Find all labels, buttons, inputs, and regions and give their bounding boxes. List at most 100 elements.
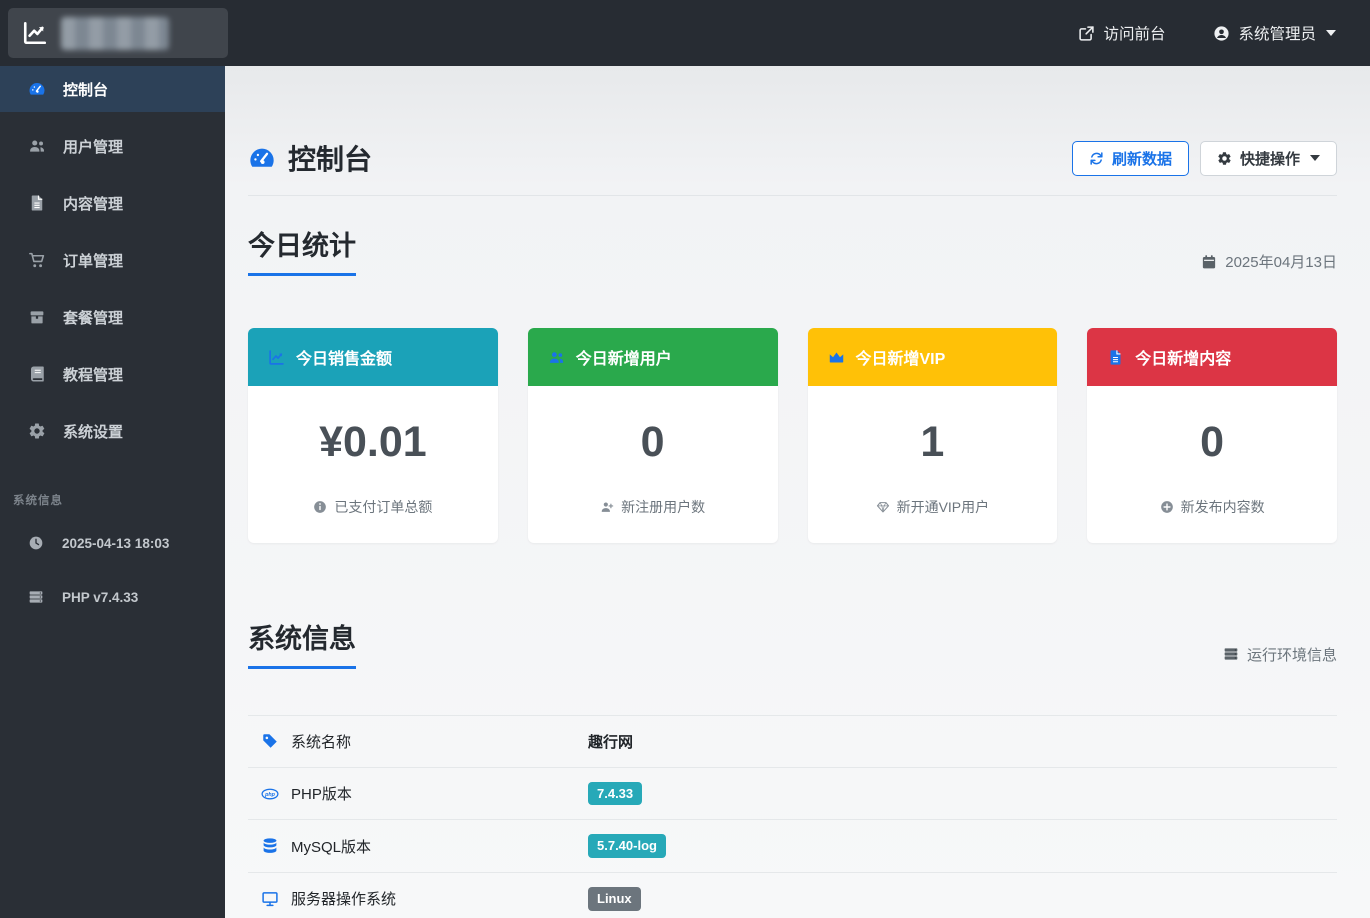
stat-card-header-label: 今日新增用户 bbox=[575, 351, 672, 368]
table-row-system-name: 系统名称 趣行网 bbox=[248, 714, 1337, 767]
clock-icon bbox=[28, 535, 44, 551]
sidebar-item-content[interactable]: 内容管理 bbox=[0, 180, 225, 226]
chart-line-icon bbox=[268, 349, 285, 366]
server-time-value: 2025-04-13 18:03 bbox=[62, 535, 170, 551]
quick-actions-label: 快捷操作 bbox=[1239, 150, 1300, 168]
stat-card-header: 今日新增内容 bbox=[1087, 328, 1337, 386]
sidebar: 控制台 用户管理 内容管理 订单管理 套餐管理 教程管理 系统设置 系统信息 2 bbox=[0, 66, 225, 918]
row-label-text: 服务器操作系统 bbox=[291, 891, 397, 909]
navbar-actions: 访问前台 系统管理员 bbox=[1078, 22, 1370, 44]
refresh-data-button[interactable]: 刷新数据 bbox=[1071, 140, 1189, 176]
user-circle-icon bbox=[1213, 25, 1230, 42]
visit-frontend-link[interactable]: 访问前台 bbox=[1078, 22, 1165, 44]
page-title-text: 控制台 bbox=[288, 144, 373, 175]
sidebar-menu: 控制台 用户管理 内容管理 订单管理 套餐管理 教程管理 系统设置 bbox=[0, 66, 225, 454]
top-navbar: 访问前台 系统管理员 bbox=[0, 0, 1370, 66]
user-plus-icon bbox=[600, 500, 614, 514]
sidebar-item-label: 内容管理 bbox=[63, 195, 124, 213]
table-row-server-os: 服务器操作系统 Linux bbox=[248, 871, 1337, 918]
sidebar-item-tutorials[interactable]: 教程管理 bbox=[0, 351, 225, 397]
sidebar-item-dashboard[interactable]: 控制台 bbox=[0, 66, 225, 112]
system-info-title: 系统信息 bbox=[248, 617, 356, 669]
row-value: 5.7.40-log bbox=[588, 834, 666, 858]
admin-dropdown[interactable]: 系统管理员 bbox=[1213, 22, 1336, 44]
stat-card-header: 今日新增用户 bbox=[527, 328, 778, 386]
stat-card-body: ¥0.01 已支付订单总额 bbox=[248, 386, 498, 543]
chart-line-icon bbox=[22, 20, 48, 46]
gear-icon bbox=[28, 422, 46, 440]
row-value: 7.4.33 bbox=[588, 781, 643, 806]
sidebar-item-orders[interactable]: 订单管理 bbox=[0, 237, 225, 283]
stat-card-footer: 新开通VIP用户 bbox=[816, 497, 1050, 517]
today-date-text: 2025年04月13日 bbox=[1225, 254, 1337, 271]
stat-card-footer: 已支付订单总额 bbox=[256, 497, 490, 517]
stat-card-header-label: 今日新增VIP bbox=[855, 351, 946, 368]
sidebar-item-packages[interactable]: 套餐管理 bbox=[0, 294, 225, 340]
row-label: MySQL版本 bbox=[248, 836, 588, 857]
stat-card-footer-label: 已支付订单总额 bbox=[334, 498, 433, 515]
brand-name-redacted bbox=[61, 16, 169, 50]
sidebar-item-users[interactable]: 用户管理 bbox=[0, 123, 225, 169]
today-date: 2025年04月13日 bbox=[1201, 251, 1337, 276]
sidebar-item-label: 系统设置 bbox=[63, 423, 124, 441]
stat-card-body: 0 新发布内容数 bbox=[1087, 386, 1337, 543]
server-icon bbox=[1223, 646, 1239, 662]
stat-card-value: 1 bbox=[920, 418, 945, 466]
stat-card-header-label: 今日销售金额 bbox=[296, 351, 393, 368]
php-icon bbox=[261, 785, 279, 803]
stat-card-new-content: 今日新增内容 0 新发布内容数 bbox=[1087, 328, 1337, 543]
stat-card-new-vip: 今日新增VIP 1 新开通VIP用户 bbox=[807, 328, 1058, 543]
today-stats-title: 今日统计 bbox=[248, 224, 356, 276]
php-version-value: PHP v7.4.33 bbox=[62, 589, 139, 605]
sidebar-item-label: 套餐管理 bbox=[63, 309, 124, 327]
file-icon bbox=[28, 194, 46, 212]
stat-card-footer-label: 新开通VIP用户 bbox=[896, 498, 990, 515]
database-icon bbox=[261, 837, 279, 855]
stat-card-footer: 新注册用户数 bbox=[536, 497, 770, 517]
info-circle-icon bbox=[313, 500, 327, 514]
crown-icon bbox=[828, 349, 845, 366]
stat-card-value: 0 bbox=[1200, 418, 1225, 466]
calendar-icon bbox=[1201, 254, 1217, 270]
system-info-header: 系统信息 运行环境信息 bbox=[248, 617, 1337, 669]
page-title: 控制台 bbox=[248, 138, 372, 178]
external-link-icon bbox=[1078, 25, 1095, 42]
sidebar-item-settings[interactable]: 系统设置 bbox=[0, 408, 225, 454]
row-value: Linux bbox=[588, 886, 641, 911]
box-icon bbox=[28, 308, 46, 326]
tachometer-icon bbox=[28, 80, 46, 98]
desktop-icon bbox=[261, 890, 279, 908]
sidebar-info-heading: 系统信息 bbox=[13, 495, 63, 507]
stat-cards: 今日销售金额 ¥0.01 已支付订单总额 今日新增用户 0 新注册用户数 今日新… bbox=[248, 328, 1337, 543]
table-row-mysql-version: MySQL版本 5.7.40-log bbox=[248, 819, 1337, 872]
stat-card-sales: 今日销售金额 ¥0.01 已支付订单总额 bbox=[248, 328, 498, 543]
stat-card-value: ¥0.01 bbox=[319, 418, 427, 466]
file-icon bbox=[1107, 349, 1124, 366]
gem-icon bbox=[876, 500, 890, 514]
tag-icon bbox=[261, 732, 279, 750]
row-label: 系统名称 bbox=[248, 731, 588, 752]
header-divider bbox=[248, 195, 1337, 196]
table-row-php-version: PHP版本 7.4.33 bbox=[248, 766, 1337, 820]
book-icon bbox=[28, 365, 46, 383]
stat-card-header: 今日销售金额 bbox=[248, 328, 498, 386]
caret-down-icon bbox=[1310, 155, 1320, 161]
brand-logo[interactable] bbox=[8, 8, 228, 58]
stat-card-footer-label: 新注册用户数 bbox=[621, 498, 706, 515]
env-info-label: 运行环境信息 bbox=[1246, 646, 1337, 664]
users-icon bbox=[548, 349, 565, 366]
sidebar-item-label: 用户管理 bbox=[63, 138, 124, 156]
row-label-text: MySQL版本 bbox=[291, 838, 372, 856]
header-actions: 刷新数据 快捷操作 bbox=[1071, 140, 1337, 176]
today-stats-header: 今日统计 2025年04月13日 bbox=[248, 224, 1337, 276]
caret-down-icon bbox=[1326, 30, 1336, 36]
stat-card-body: 1 新开通VIP用户 bbox=[808, 386, 1058, 543]
stat-card-header-label: 今日新增内容 bbox=[1135, 351, 1232, 368]
sidebar-item-label: 教程管理 bbox=[63, 366, 124, 384]
visit-frontend-label: 访问前台 bbox=[1103, 26, 1166, 43]
stat-card-header: 今日新增VIP bbox=[807, 328, 1058, 386]
refresh-data-label: 刷新数据 bbox=[1111, 150, 1172, 168]
quick-actions-button[interactable]: 快捷操作 bbox=[1199, 140, 1337, 176]
system-info-table: 系统名称 趣行网 PHP版本 7.4.33 MySQL版本 5.7.40-log bbox=[248, 714, 1337, 918]
cart-icon bbox=[28, 251, 46, 269]
